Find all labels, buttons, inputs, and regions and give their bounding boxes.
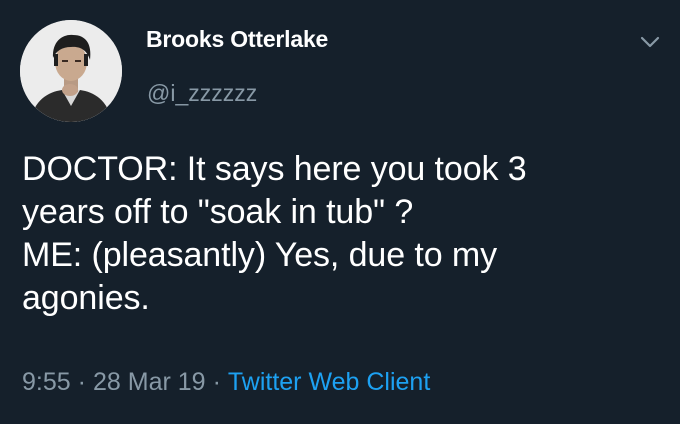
tweet-meta: 9:55 · 28 Mar 19 · Twitter Web Client: [22, 368, 430, 397]
tweet-text-line: years off to "soak in tub" ?: [22, 193, 414, 231]
avatar[interactable]: [20, 20, 122, 122]
tweet-text-line: ME: (pleasantly) Yes, due to my: [22, 236, 498, 274]
tweet-text-line: DOCTOR: It says here you took 3: [22, 150, 527, 188]
display-name[interactable]: Brooks Otterlake: [146, 26, 328, 53]
tweet-text: DOCTOR: It says here you took 3 years of…: [22, 148, 662, 320]
meta-separator: ·: [212, 368, 221, 396]
tweet-date[interactable]: 28 Mar 19: [93, 368, 206, 396]
meta-separator: ·: [77, 368, 86, 396]
profile-photo-icon: [20, 20, 122, 122]
user-handle[interactable]: @i_zzzzzz: [147, 80, 257, 107]
chevron-down-icon[interactable]: [638, 30, 662, 54]
tweet-time[interactable]: 9:55: [22, 368, 71, 396]
tweet-source-link[interactable]: Twitter Web Client: [228, 368, 430, 396]
tweet-text-line: agonies.: [22, 279, 150, 317]
tweet-card: Brooks Otterlake @i_zzzzzz DOCTOR: It sa…: [0, 0, 680, 424]
